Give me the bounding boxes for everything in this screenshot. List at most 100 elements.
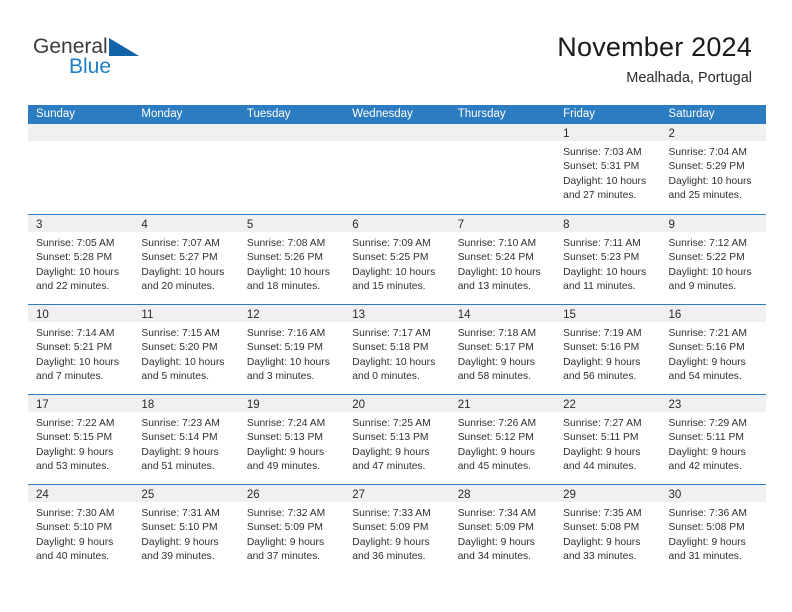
calendar-week-row: 17 Sunrise: 7:22 AM Sunset: 5:15 PM Dayligh… bbox=[28, 394, 766, 484]
title-block: November 2024 Mealhada, Portugal bbox=[557, 31, 752, 88]
calendar-day-cell[interactable]: 14 Sunrise: 7:18 AM Sunset: 5:17 PM Dayligh… bbox=[449, 305, 556, 394]
calendar-day-cell[interactable]: 2 Sunrise: 7:04 AM Sunset: 5:29 PM Daylight… bbox=[660, 124, 766, 214]
daylight-text: and 31 minutes. bbox=[668, 550, 742, 562]
day-number: 8 bbox=[563, 219, 570, 231]
daylight-text: and 13 minutes. bbox=[457, 280, 531, 292]
sunset-text: Sunset: 5:12 PM bbox=[457, 432, 534, 444]
day-number: 26 bbox=[246, 489, 260, 501]
daylight-text: and 9 minutes. bbox=[668, 280, 737, 292]
calendar-day-cell[interactable]: 19 Sunrise: 7:24 AM Sunset: 5:13 PM Dayligh… bbox=[238, 395, 345, 484]
calendar-day-cell[interactable]: 7 Sunrise: 7:10 AM Sunset: 5:24 PM Daylight… bbox=[449, 215, 556, 304]
daylight-text: and 37 minutes. bbox=[246, 550, 321, 562]
day-number: 16 bbox=[668, 309, 682, 321]
calendar-day-cell[interactable]: 8 Sunrise: 7:11 AM Sunset: 5:23 PM Daylight… bbox=[555, 215, 661, 304]
sunset-text: Sunset: 5:13 PM bbox=[352, 432, 429, 444]
page-subtitle: Mealhada, Portugal bbox=[626, 70, 752, 86]
calendar-day-cell[interactable]: 23 Sunrise: 7:29 AM Sunset: 5:11 PM Dayligh… bbox=[660, 395, 766, 484]
daylight-text: Daylight: 9 hours bbox=[352, 536, 430, 548]
sunrise-text: Sunrise: 7:31 AM bbox=[141, 508, 220, 519]
calendar-day-cell[interactable]: 21 Sunrise: 7:26 AM Sunset: 5:12 PM Dayligh… bbox=[449, 395, 556, 484]
day-number-band: 29 bbox=[555, 485, 661, 502]
day-number-band: 9 bbox=[660, 215, 766, 232]
page-title: November 2024 bbox=[557, 32, 752, 62]
calendar-day-cell[interactable]: 20 Sunrise: 7:25 AM Sunset: 5:13 PM Dayligh… bbox=[344, 395, 450, 484]
day-number: 27 bbox=[352, 489, 366, 501]
daylight-text: and 39 minutes. bbox=[141, 550, 215, 562]
daylight-text: Daylight: 9 hours bbox=[563, 356, 641, 368]
daylight-text: Daylight: 9 hours bbox=[36, 536, 114, 548]
calendar-day-cell[interactable]: 6 Sunrise: 7:09 AM Sunset: 5:25 PM Daylight… bbox=[344, 215, 450, 304]
calendar-day-cell[interactable]: 18 Sunrise: 7:23 AM Sunset: 5:14 PM Dayligh… bbox=[133, 395, 239, 484]
day-number-band: 17 bbox=[28, 395, 134, 412]
daylight-text: and 49 minutes. bbox=[246, 460, 321, 472]
day-details: Sunrise: 7:11 AM Sunset: 5:23 PM Daylight:… bbox=[555, 232, 660, 294]
calendar-day-cell[interactable]: 11 Sunrise: 7:15 AM Sunset: 5:20 PM Dayligh… bbox=[133, 305, 239, 394]
day-details bbox=[239, 141, 344, 146]
calendar-day-cell[interactable]: 29 Sunrise: 7:35 AM Sunset: 5:08 PM Dayligh… bbox=[555, 485, 661, 574]
day-details: Sunrise: 7:15 AM Sunset: 5:20 PM Daylight:… bbox=[133, 322, 238, 384]
day-number: 30 bbox=[668, 489, 682, 501]
daylight-text: Daylight: 9 hours bbox=[668, 446, 746, 458]
sunset-text: Sunset: 5:09 PM bbox=[352, 522, 429, 534]
calendar-week-row: 1 Sunrise: 7:03 AM Sunset: 5:31 PM Daylight… bbox=[28, 124, 766, 214]
calendar-day-cell[interactable]: 25 Sunrise: 7:31 AM Sunset: 5:10 PM Dayligh… bbox=[133, 485, 239, 574]
logo-text-blue: Blue bbox=[69, 55, 112, 78]
calendar-day-cell[interactable]: 17 Sunrise: 7:22 AM Sunset: 5:15 PM Dayligh… bbox=[28, 395, 134, 484]
calendar-day-cell[interactable]: 1 Sunrise: 7:03 AM Sunset: 5:31 PM Daylight… bbox=[555, 124, 661, 214]
calendar-day-cell[interactable]: 15 Sunrise: 7:19 AM Sunset: 5:16 PM Dayligh… bbox=[555, 305, 661, 394]
calendar-day-cell[interactable]: 5 Sunrise: 7:08 AM Sunset: 5:26 PM Daylight… bbox=[238, 215, 345, 304]
daylight-text: and 40 minutes. bbox=[36, 550, 110, 562]
calendar-day-cell[interactable]: 12 Sunrise: 7:16 AM Sunset: 5:19 PM Dayligh… bbox=[238, 305, 345, 394]
daylight-text: Daylight: 10 hours bbox=[36, 266, 119, 278]
calendar-day-cell[interactable]: 13 Sunrise: 7:17 AM Sunset: 5:18 PM Dayligh… bbox=[344, 305, 450, 394]
day-number: 15 bbox=[563, 309, 576, 321]
day-details: Sunrise: 7:12 AM Sunset: 5:22 PM Daylight:… bbox=[661, 232, 766, 294]
calendar-day-cell[interactable]: 4 Sunrise: 7:07 AM Sunset: 5:27 PM Daylight… bbox=[133, 215, 239, 304]
daylight-text: Daylight: 10 hours bbox=[352, 356, 436, 368]
calendar-day-cell[interactable]: 30 Sunrise: 7:36 AM Sunset: 5:08 PM Dayligh… bbox=[660, 485, 766, 574]
day-details: Sunrise: 7:32 AM Sunset: 5:09 PM Daylight:… bbox=[239, 502, 344, 564]
daylight-text: Daylight: 10 hours bbox=[141, 356, 225, 368]
daylight-text: and 15 minutes. bbox=[352, 280, 426, 292]
calendar-day-cell[interactable]: 28 Sunrise: 7:34 AM Sunset: 5:09 PM Dayligh… bbox=[449, 485, 556, 574]
calendar-day-cell[interactable]: 26 Sunrise: 7:32 AM Sunset: 5:09 PM Dayligh… bbox=[238, 485, 345, 574]
calendar-day-cell[interactable]: 24 Sunrise: 7:30 AM Sunset: 5:10 PM Dayligh… bbox=[28, 485, 134, 574]
day-number-band: 28 bbox=[449, 485, 556, 502]
day-number-band: 18 bbox=[133, 395, 239, 412]
calendar-weeks: 1 Sunrise: 7:03 AM Sunset: 5:31 PM Daylight… bbox=[28, 124, 766, 574]
sunrise-text: Sunrise: 7:03 AM bbox=[563, 147, 642, 158]
day-number: 12 bbox=[246, 309, 260, 321]
sunset-text: Sunset: 5:19 PM bbox=[246, 342, 323, 354]
weekday-header-monday: Monday bbox=[141, 108, 183, 120]
calendar-day-cell[interactable]: 3 Sunrise: 7:05 AM Sunset: 5:28 PM Daylight… bbox=[28, 215, 134, 304]
sunrise-text: Sunrise: 7:18 AM bbox=[457, 328, 537, 339]
calendar-day-cell[interactable]: 10 Sunrise: 7:14 AM Sunset: 5:21 PM Dayligh… bbox=[28, 305, 134, 394]
daylight-text: Daylight: 9 hours bbox=[246, 536, 325, 548]
day-number-band: 14 bbox=[449, 305, 556, 322]
day-number-band: 8 bbox=[555, 215, 661, 232]
sunset-text: Sunset: 5:16 PM bbox=[563, 342, 640, 354]
sunrise-text: Sunrise: 7:08 AM bbox=[246, 238, 326, 249]
day-details: Sunrise: 7:05 AM Sunset: 5:28 PM Daylight:… bbox=[28, 232, 133, 294]
calendar-day-cell[interactable]: 16 Sunrise: 7:21 AM Sunset: 5:16 PM Dayligh… bbox=[660, 305, 766, 394]
calendar-day-cell[interactable]: 9 Sunrise: 7:12 AM Sunset: 5:22 PM Daylight… bbox=[660, 215, 766, 304]
day-number-band: 13 bbox=[344, 305, 450, 322]
calendar-day-cell[interactable]: 22 Sunrise: 7:27 AM Sunset: 5:11 PM Dayligh… bbox=[555, 395, 661, 484]
calendar-day-cell[interactable]: 27 Sunrise: 7:33 AM Sunset: 5:09 PM Dayligh… bbox=[344, 485, 450, 574]
daylight-text: Daylight: 9 hours bbox=[457, 356, 535, 368]
daylight-text: Daylight: 9 hours bbox=[563, 536, 641, 548]
sunrise-text: Sunrise: 7:12 AM bbox=[668, 238, 747, 249]
day-details: Sunrise: 7:35 AM Sunset: 5:08 PM Daylight:… bbox=[555, 502, 660, 564]
sunset-text: Sunset: 5:22 PM bbox=[668, 252, 745, 264]
day-number: 14 bbox=[457, 309, 471, 321]
day-number: 25 bbox=[141, 489, 155, 501]
day-details bbox=[344, 141, 449, 146]
sunrise-text: Sunrise: 7:11 AM bbox=[563, 238, 641, 249]
day-number: 21 bbox=[457, 399, 471, 411]
day-details: Sunrise: 7:17 AM Sunset: 5:18 PM Daylight:… bbox=[344, 322, 449, 384]
general-blue-logo[interactable]: General Blue bbox=[33, 36, 163, 86]
sunset-text: Sunset: 5:23 PM bbox=[563, 252, 640, 264]
daylight-text: Daylight: 10 hours bbox=[352, 266, 436, 278]
daylight-text: Daylight: 10 hours bbox=[141, 266, 225, 278]
day-number-band: 16 bbox=[660, 305, 766, 322]
